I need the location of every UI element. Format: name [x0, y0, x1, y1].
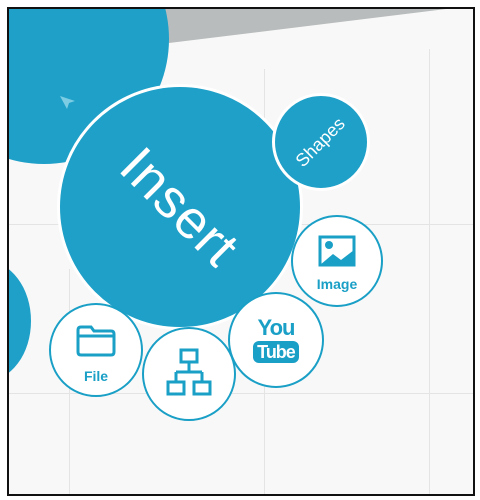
- image-label: Image: [316, 275, 358, 292]
- shapes-label: Shapes: [291, 112, 350, 171]
- app-window: Insert Shapes Image You Tube File: [7, 7, 475, 496]
- folder-icon: [74, 322, 118, 363]
- grid-line: [429, 49, 430, 494]
- shapes-button[interactable]: Shapes: [272, 93, 370, 191]
- file-label: File: [83, 367, 109, 384]
- youtube-you-text: You: [257, 315, 296, 340]
- youtube-icon: You Tube: [253, 317, 299, 363]
- image-icon: [317, 234, 357, 273]
- file-button[interactable]: File: [49, 303, 143, 397]
- cursor-arrow-icon: [59, 95, 77, 113]
- youtube-button[interactable]: You Tube: [228, 292, 324, 388]
- insert-label: Insert: [108, 135, 252, 279]
- youtube-tube-text: Tube: [253, 341, 299, 363]
- org-chart-icon: [165, 347, 213, 402]
- diagram-button[interactable]: [142, 327, 236, 421]
- image-button[interactable]: Image: [291, 215, 383, 307]
